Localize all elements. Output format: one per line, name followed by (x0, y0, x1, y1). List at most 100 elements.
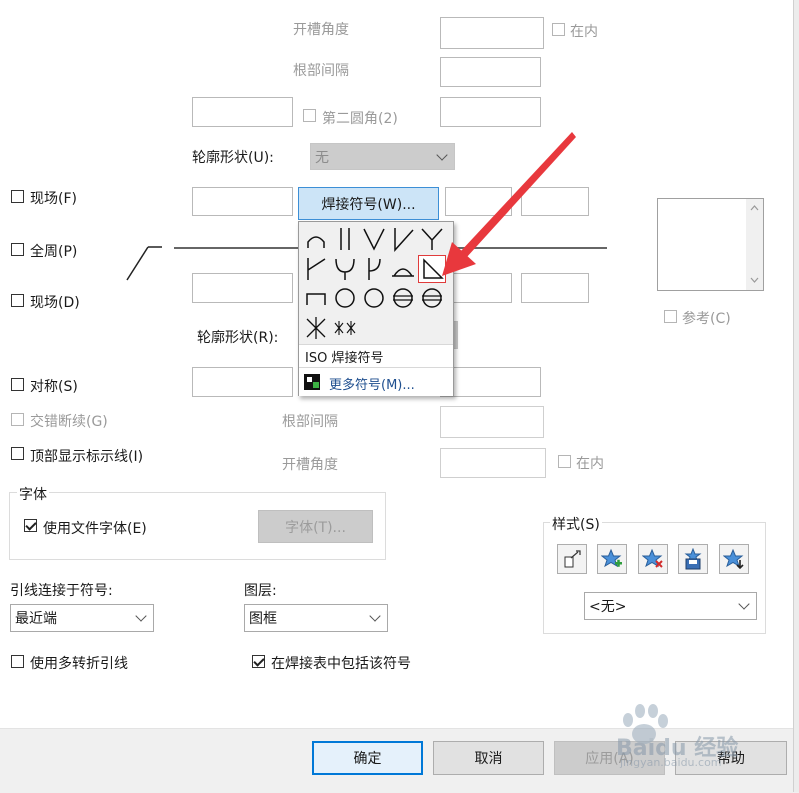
multi-jog-checkbox[interactable] (11, 655, 24, 668)
inside-checkbox-top[interactable] (552, 23, 565, 36)
weld-symbol-option[interactable] (361, 256, 387, 282)
layer-value: 图框 (249, 611, 277, 627)
second-fillet-checkbox[interactable] (303, 109, 316, 122)
cross-weld-icon (306, 317, 326, 339)
window-edge (793, 0, 799, 792)
staggered-checkbox[interactable] (11, 413, 24, 426)
weld-symbol-option[interactable] (390, 285, 416, 311)
inside-label-top: 在内 (570, 24, 598, 40)
symmetric-left-input[interactable] (192, 367, 293, 397)
inside-checkbox-lower[interactable] (558, 455, 571, 468)
v-groove-icon (363, 228, 385, 251)
field-lower-checkbox[interactable] (11, 294, 24, 307)
leader-attach-value: 最近端 (15, 611, 57, 627)
ok-button[interactable]: 确定 (312, 741, 423, 775)
multi-jog-label: 使用多转折引线 (30, 656, 128, 672)
style-add-button[interactable] (597, 544, 627, 574)
weld-symbol-option[interactable] (332, 256, 358, 282)
weld-symbol-option[interactable] (303, 226, 329, 252)
symmetric-checkbox[interactable] (11, 378, 24, 391)
include-in-table-checkbox[interactable] (252, 655, 265, 668)
scroll-down-icon[interactable] (750, 277, 759, 283)
seam-weld-2-icon (422, 288, 442, 308)
seam-weld-icon (393, 288, 413, 308)
fillet-input-left[interactable] (192, 97, 293, 127)
iso-weld-symbol-item[interactable]: ISO 焊接符号 (299, 344, 453, 367)
weld-symbol-option[interactable] (390, 226, 416, 252)
chevron-down-icon (369, 610, 381, 622)
weld-symbol-option[interactable] (361, 285, 387, 311)
field-lower-label: 现场(D) (30, 295, 80, 311)
contour-shape-upper-label: 轮廓形状(U): (192, 150, 274, 166)
backing-weld-icon (392, 268, 414, 277)
layer-select[interactable]: 图框 (244, 604, 388, 632)
double-cross-weld-icon (334, 321, 356, 335)
second-fillet-label: 第二圆角(2) (322, 111, 398, 127)
symmetric-right-input[interactable] (440, 367, 541, 397)
symmetric-label: 对称(S) (30, 379, 78, 395)
weld-symbol-option[interactable] (390, 256, 416, 282)
root-gap-label: 根部间隔 (293, 63, 349, 79)
plug-weld-icon (306, 293, 326, 305)
delete-style-icon (642, 548, 663, 568)
root-gap-lower-input[interactable] (440, 406, 544, 438)
weld-symbol-option[interactable] (332, 226, 358, 252)
style-delete-button[interactable] (638, 544, 668, 574)
load-style-icon (723, 548, 744, 570)
j-groove-icon (368, 258, 381, 280)
groove-angle-lower-label: 开槽角度 (282, 457, 338, 473)
chevron-down-icon (738, 598, 750, 610)
scroll-up-icon[interactable] (750, 205, 759, 211)
weld-symbol-button[interactable]: 焊接符号(W)... (298, 187, 439, 220)
spot-weld-icon (335, 288, 355, 308)
weld-symbol-option[interactable] (332, 315, 358, 341)
upper-left-input[interactable] (192, 187, 293, 216)
leader-attach-select[interactable]: 最近端 (10, 604, 154, 632)
square-groove-icon (340, 228, 350, 250)
field-upper-label: 现场(F) (30, 191, 77, 207)
layer-label: 图层: (244, 583, 277, 599)
inside-label-lower: 在内 (576, 456, 604, 472)
contour-shape-upper-value: 无 (315, 149, 329, 166)
groove-angle-label: 开槽角度 (293, 22, 349, 38)
bevel-groove-icon (394, 228, 414, 252)
weld-symbol-option[interactable] (361, 226, 387, 252)
more-symbols-label: 更多符号(M)... (329, 378, 415, 393)
all-around-checkbox[interactable] (11, 243, 24, 256)
include-in-table-label: 在焊接表中包括该符号 (271, 656, 411, 672)
field-upper-checkbox[interactable] (11, 190, 24, 203)
edit-style-icon (564, 550, 581, 568)
weld-symbol-option[interactable] (419, 285, 445, 311)
more-symbols-item[interactable]: 更多符号(M)... (299, 367, 453, 396)
stud-weld-icon (364, 288, 384, 308)
weld-symbol-option[interactable] (303, 256, 329, 282)
leader-attach-label: 引线连接于符号: (10, 583, 113, 599)
lower-left-input[interactable] (192, 273, 293, 303)
style-group-title: 样式(S) (550, 514, 602, 534)
add-style-icon (601, 548, 622, 568)
save-style-icon (684, 548, 702, 570)
use-doc-font-checkbox[interactable] (24, 519, 37, 532)
all-around-label: 全周(P) (30, 244, 78, 260)
preview-scrollbar[interactable] (746, 199, 763, 290)
font-group-title: 字体 (17, 484, 49, 504)
style-edit-button[interactable] (557, 544, 587, 574)
cancel-button[interactable]: 取消 (433, 741, 544, 775)
show-top-line-checkbox[interactable] (11, 447, 24, 460)
style-save-button[interactable] (678, 544, 708, 574)
style-load-button[interactable] (719, 544, 749, 574)
fillet-input-right[interactable] (440, 97, 541, 127)
reference-checkbox[interactable] (664, 310, 677, 323)
weld-symbol-option[interactable] (303, 315, 329, 341)
use-doc-font-label: 使用文件字体(E) (43, 521, 147, 537)
groove-angle-input[interactable] (440, 17, 544, 49)
font-button[interactable]: 字体(T)... (258, 510, 373, 543)
style-select[interactable]: <无> (584, 592, 757, 620)
show-top-line-label: 顶部显示标示线(I) (30, 449, 144, 465)
weld-symbol-option[interactable] (332, 285, 358, 311)
symbol-library-icon (304, 374, 320, 390)
root-gap-input[interactable] (440, 57, 541, 87)
weld-symbol-option[interactable] (303, 285, 329, 311)
groove-angle-lower-input[interactable] (440, 448, 546, 478)
flange-edge-icon (307, 236, 325, 248)
